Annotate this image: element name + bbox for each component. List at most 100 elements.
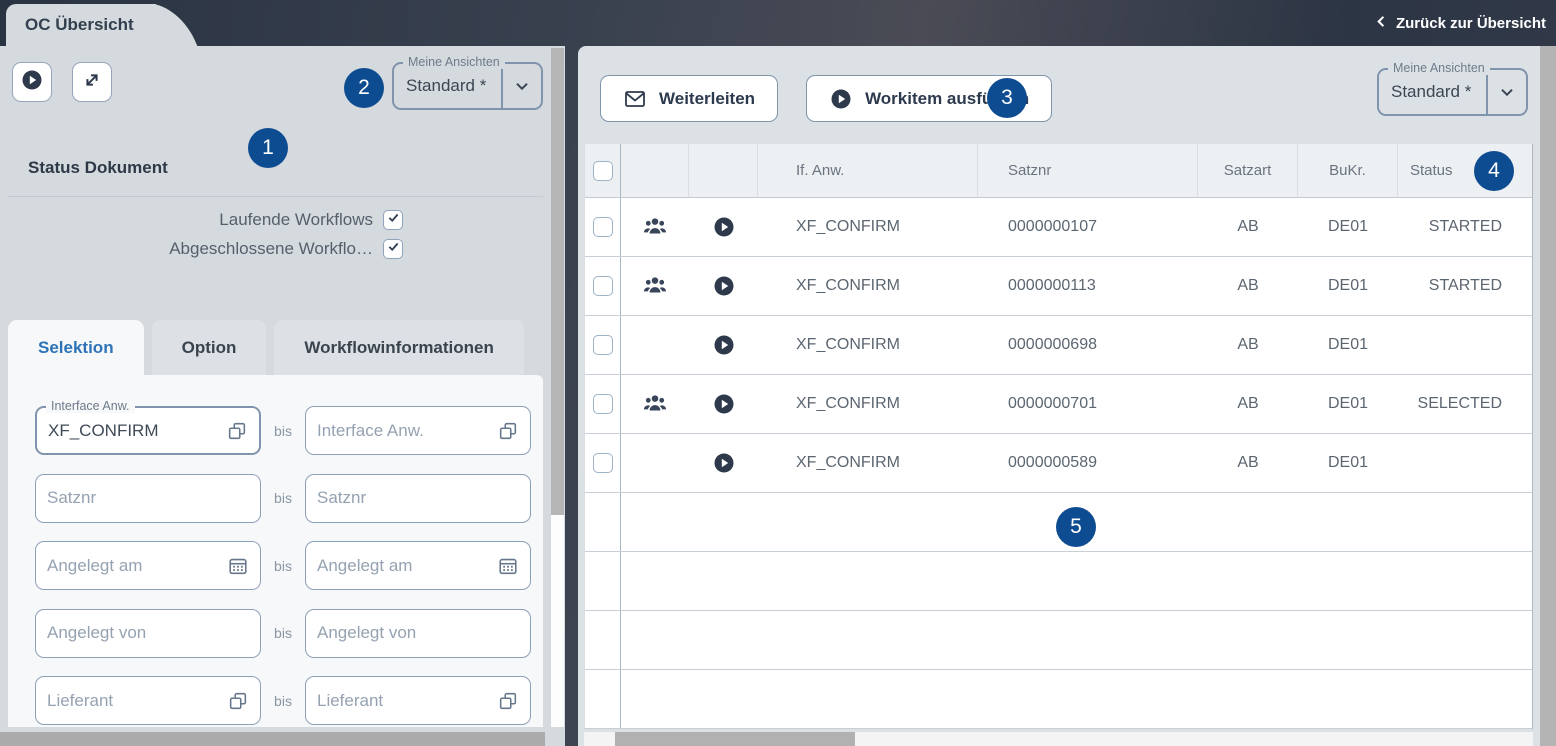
- form-row-interface-anw: Interface Anw.XF_CONFIRMbisInterface Anw…: [8, 406, 543, 455]
- row-select-cell: [585, 611, 621, 669]
- lieferant-to-field[interactable]: Lieferant: [305, 676, 531, 725]
- satznr-from-field[interactable]: Satznr: [35, 474, 261, 523]
- empty-cell: [1298, 493, 1398, 551]
- left-panel-vertical-scrollbar[interactable]: [551, 48, 564, 727]
- group-icon[interactable]: [642, 273, 668, 299]
- my-views-value: Standard *: [1379, 70, 1486, 114]
- row-checkbox[interactable]: [593, 335, 613, 355]
- cell-bukr: DE01: [1298, 257, 1398, 315]
- play-circle-icon[interactable]: [712, 392, 736, 416]
- my-views-select-right[interactable]: Meine Ansichten Standard *: [1377, 68, 1528, 116]
- cell-satznr: 0000000589: [978, 434, 1198, 492]
- tab-oc-uebersicht[interactable]: OC Übersicht: [6, 4, 156, 46]
- angelegt-von-from-field[interactable]: Angelegt von: [35, 609, 261, 658]
- lieferant-from-field[interactable]: Lieferant: [35, 676, 261, 725]
- cell-value: DE01: [1328, 218, 1368, 236]
- weiterleiten-button[interactable]: Weiterleiten: [600, 75, 778, 122]
- toolbar: WeiterleitenWorkitem ausführen: [600, 75, 1052, 122]
- table-row[interactable]: XF_CONFIRM0000000701ABDE01SELECTED: [585, 375, 1532, 434]
- tab-workflowinformationen[interactable]: Workflowinformationen: [274, 320, 524, 375]
- cell-value: 0000000701: [1008, 395, 1097, 413]
- calendar-icon[interactable]: [227, 555, 249, 577]
- select-all-cell[interactable]: [585, 144, 621, 197]
- chevron-down-icon[interactable]: [1488, 70, 1526, 114]
- back-to-overview-link[interactable]: Zurück zur Übersicht: [1374, 10, 1546, 36]
- value-help-icon[interactable]: [497, 690, 519, 712]
- group-icon[interactable]: [642, 391, 668, 417]
- annotation-badge-4: 4: [1474, 151, 1514, 191]
- angelegt-von-to-field[interactable]: Angelegt von: [305, 609, 531, 658]
- cell-if-anw: XF_CONFIRM: [758, 198, 978, 256]
- empty-cell: [758, 552, 978, 610]
- empty-cell: [1198, 670, 1298, 728]
- row-checkbox[interactable]: [593, 217, 613, 237]
- calendar-icon[interactable]: [497, 555, 519, 577]
- play-circle-icon[interactable]: [712, 215, 736, 239]
- workflow-checkbox[interactable]: [383, 210, 403, 230]
- col-header-satzart: Satzart: [1198, 144, 1298, 197]
- empty-cell: [621, 670, 689, 728]
- cell-value: AB: [1237, 277, 1258, 295]
- row-checkbox[interactable]: [593, 394, 613, 414]
- tab-selektion[interactable]: Selektion: [8, 320, 144, 375]
- table-row[interactable]: XF_CONFIRM0000000113ABDE01STARTED: [585, 257, 1532, 316]
- expand-button[interactable]: [72, 62, 112, 102]
- col-header-bukr: BuKr.: [1298, 144, 1398, 197]
- empty-cell: [621, 611, 689, 669]
- cell-satzart: AB: [1198, 375, 1298, 433]
- row-checkbox[interactable]: [593, 453, 613, 473]
- lieferant-to-field-placeholder: Lieferant: [317, 691, 491, 711]
- angelegt-am-from-field-placeholder: Angelegt am: [47, 556, 221, 576]
- my-views-select-left[interactable]: Meine Ansichten Standard *: [392, 62, 543, 110]
- cell-value: STARTED: [1429, 218, 1502, 236]
- table-row[interactable]: XF_CONFIRM0000000698ABDE01: [585, 316, 1532, 375]
- interface-anw-from-field-value: XF_CONFIRM: [48, 421, 220, 441]
- top-bar: OC Übersicht Zurück zur Übersicht: [0, 0, 1556, 46]
- col-header-if-anw: If. Anw.: [758, 144, 978, 197]
- angelegt-am-to-field-placeholder: Angelegt am: [317, 556, 491, 576]
- table-horizontal-scrollbar[interactable]: [584, 732, 1533, 746]
- angelegt-am-from-field[interactable]: Angelegt am: [35, 541, 261, 590]
- tab-label: Option: [182, 338, 237, 358]
- table-row[interactable]: XF_CONFIRM0000000107ABDE01STARTED: [585, 198, 1532, 257]
- interface-anw-to-field[interactable]: Interface Anw.: [305, 406, 531, 455]
- check-icon: [386, 210, 401, 230]
- play-circle-icon[interactable]: [712, 274, 736, 298]
- play-circle-icon[interactable]: [712, 333, 736, 357]
- chevron-down-icon[interactable]: [503, 64, 541, 108]
- play-circle-icon[interactable]: [712, 451, 736, 475]
- workflow-checkbox[interactable]: [383, 239, 403, 259]
- value-help-icon[interactable]: [226, 420, 248, 442]
- row-checkbox[interactable]: [593, 276, 613, 296]
- execute-button[interactable]: [12, 62, 52, 102]
- range-separator-label: bis: [261, 423, 305, 439]
- column-header-label: Status: [1410, 162, 1453, 179]
- table-row[interactable]: XF_CONFIRM0000000589ABDE01: [585, 434, 1532, 493]
- empty-cell: [1398, 611, 1532, 669]
- left-panel-horizontal-scrollbar[interactable]: [0, 732, 545, 746]
- cell-bukr: DE01: [1298, 198, 1398, 256]
- play-circle-icon: [20, 68, 44, 97]
- group-icon[interactable]: [642, 214, 668, 240]
- value-help-icon[interactable]: [227, 690, 249, 712]
- annotation-badge-5: 5: [1056, 507, 1096, 547]
- tab-option[interactable]: Option: [152, 320, 267, 375]
- scrollbar-thumb[interactable]: [615, 732, 855, 746]
- empty-cell: [978, 552, 1198, 610]
- window-vertical-scrollbar[interactable]: [1540, 46, 1556, 746]
- column-header-label: If. Anw.: [796, 162, 844, 179]
- satznr-to-field[interactable]: Satznr: [305, 474, 531, 523]
- satznr-from-field-placeholder: Satznr: [47, 488, 249, 508]
- cell-value: DE01: [1328, 277, 1368, 295]
- row-select-cell: [585, 257, 621, 315]
- value-help-icon[interactable]: [497, 420, 519, 442]
- select-all-checkbox[interactable]: [593, 161, 613, 181]
- cell-satzart: AB: [1198, 316, 1298, 374]
- row-select-cell: [585, 316, 621, 374]
- interface-anw-from-field[interactable]: Interface Anw.XF_CONFIRM: [35, 406, 261, 455]
- cell-status: STARTED: [1398, 198, 1532, 256]
- row-play-cell: [689, 198, 758, 256]
- angelegt-am-to-field[interactable]: Angelegt am: [305, 541, 531, 590]
- scrollbar-thumb[interactable]: [551, 48, 564, 515]
- empty-cell: [1298, 670, 1398, 728]
